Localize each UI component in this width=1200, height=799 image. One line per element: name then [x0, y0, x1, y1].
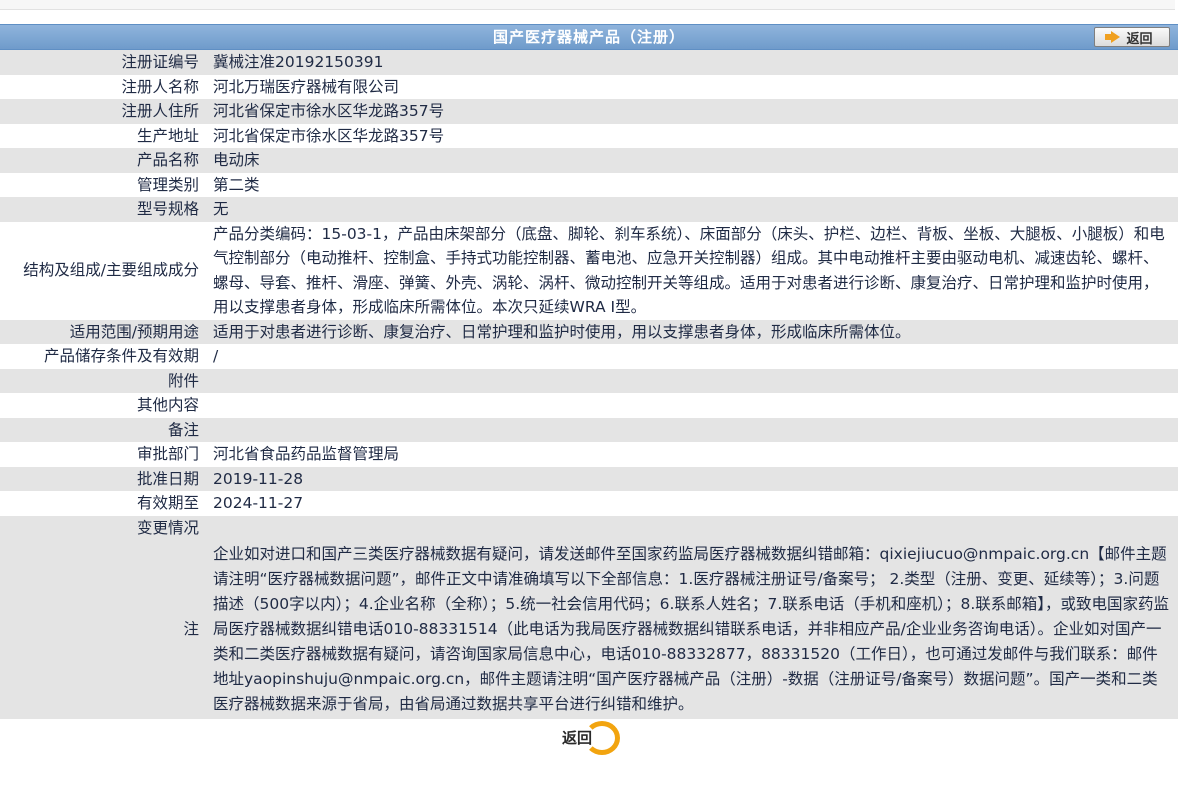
field-value	[205, 417, 1178, 442]
field-value: 2019-11-28	[205, 466, 1178, 491]
field-label: 有效期至	[0, 491, 205, 516]
field-row-registrant-address: 注册人住所 河北省保定市徐水区华龙路357号	[0, 99, 1178, 124]
field-row-structure-composition: 结构及组成/主要组成成分 产品分类编码：15-03-1，产品由床架部分（底盘、脚…	[0, 221, 1178, 320]
field-label: 产品储存条件及有效期	[0, 344, 205, 369]
field-label: 变更情况	[0, 515, 205, 540]
field-label: 产品名称	[0, 148, 205, 173]
field-value: 河北省保定市徐水区华龙路357号	[205, 123, 1178, 148]
notice-label: 注	[183, 620, 199, 638]
field-label: 其他内容	[0, 393, 205, 418]
field-label: 附件	[0, 368, 205, 393]
field-row-remarks: 备注	[0, 417, 1178, 442]
field-row-other-content: 其他内容	[0, 393, 1178, 418]
field-row-model-spec: 型号规格 无	[0, 197, 1178, 222]
field-value	[205, 393, 1178, 418]
field-label: 生产地址	[0, 123, 205, 148]
field-label: 注册证编号	[0, 50, 205, 75]
back-button-top[interactable]: 返回	[1094, 27, 1170, 47]
field-row-product-name: 产品名称 电动床	[0, 148, 1178, 173]
field-value: 河北万瑞医疗器械有限公司	[205, 74, 1178, 99]
field-row-change-history: 变更情况	[0, 515, 1178, 540]
field-value: 冀械注准20192150391	[205, 50, 1178, 75]
field-value: 产品分类编码：15-03-1，产品由床架部分（底盘、脚轮、刹车系统）、床面部分（…	[205, 221, 1178, 320]
detail-table: 注册证编号 冀械注准20192150391 注册人名称 河北万瑞医疗器械有限公司…	[0, 50, 1178, 540]
field-row-storage-validity: 产品储存条件及有效期 /	[0, 344, 1178, 369]
field-label: 注册人住所	[0, 99, 205, 124]
field-value: 2024-11-27	[205, 491, 1178, 516]
field-row-registrant-name: 注册人名称 河北万瑞医疗器械有限公司	[0, 74, 1178, 99]
back-button-label: 返回	[1126, 31, 1153, 47]
field-value: 电动床	[205, 148, 1178, 173]
field-row-registration-number: 注册证编号 冀械注准20192150391	[0, 50, 1178, 75]
field-row-attachment: 附件	[0, 368, 1178, 393]
field-value: 第二类	[205, 172, 1178, 197]
field-value	[205, 515, 1178, 540]
notice-block: 注 企业如对进口和国产三类医疗器械数据有疑问，请发送邮件至国家药监局医疗器械数据…	[0, 540, 1178, 719]
field-row-production-address: 生产地址 河北省保定市徐水区华龙路357号	[0, 123, 1178, 148]
notice-text: 企业如对进口和国产三类医疗器械数据有疑问，请发送邮件至国家药监局医疗器械数据纠错…	[213, 545, 1170, 713]
field-label: 批准日期	[0, 466, 205, 491]
back-button-bottom-label: 返回	[562, 729, 593, 747]
field-value	[205, 368, 1178, 393]
arrow-right-icon	[1105, 31, 1121, 43]
field-label: 审批部门	[0, 442, 205, 467]
field-row-approval-dept: 审批部门 河北省食品药品监督管理局	[0, 442, 1178, 467]
field-label: 管理类别	[0, 172, 205, 197]
footer: 返回	[0, 719, 1178, 759]
field-label: 注册人名称	[0, 74, 205, 99]
field-label: 适用范围/预期用途	[0, 319, 205, 344]
page-title: 国产医疗器械产品（注册）	[492, 28, 685, 46]
back-button-bottom[interactable]: 返回	[558, 721, 620, 755]
field-row-intended-use: 适用范围/预期用途 适用于对患者进行诊断、康复治疗、日常护理和监护时使用，用以支…	[0, 319, 1178, 344]
top-strip	[0, 0, 1200, 22]
field-label: 备注	[0, 417, 205, 442]
previous-content-edge	[0, 0, 1175, 10]
field-row-approval-date: 批准日期 2019-11-28	[0, 466, 1178, 491]
field-row-valid-until: 有效期至 2024-11-27	[0, 491, 1178, 516]
field-label: 型号规格	[0, 197, 205, 222]
detail-panel: 国产医疗器械产品（注册） 返回 注册证编号 冀械注准20192150391 注册…	[0, 24, 1178, 799]
field-value: 河北省食品药品监督管理局	[205, 442, 1178, 467]
field-value: 河北省保定市徐水区华龙路357号	[205, 99, 1178, 124]
field-label: 结构及组成/主要组成成分	[0, 221, 205, 320]
field-value: 适用于对患者进行诊断、康复治疗、日常护理和监护时使用，用以支撑患者身体，形成临床…	[205, 319, 1178, 344]
field-value: 无	[205, 197, 1178, 222]
field-row-management-category: 管理类别 第二类	[0, 172, 1178, 197]
title-bar: 国产医疗器械产品（注册） 返回	[0, 24, 1178, 50]
field-value: /	[205, 344, 1178, 369]
